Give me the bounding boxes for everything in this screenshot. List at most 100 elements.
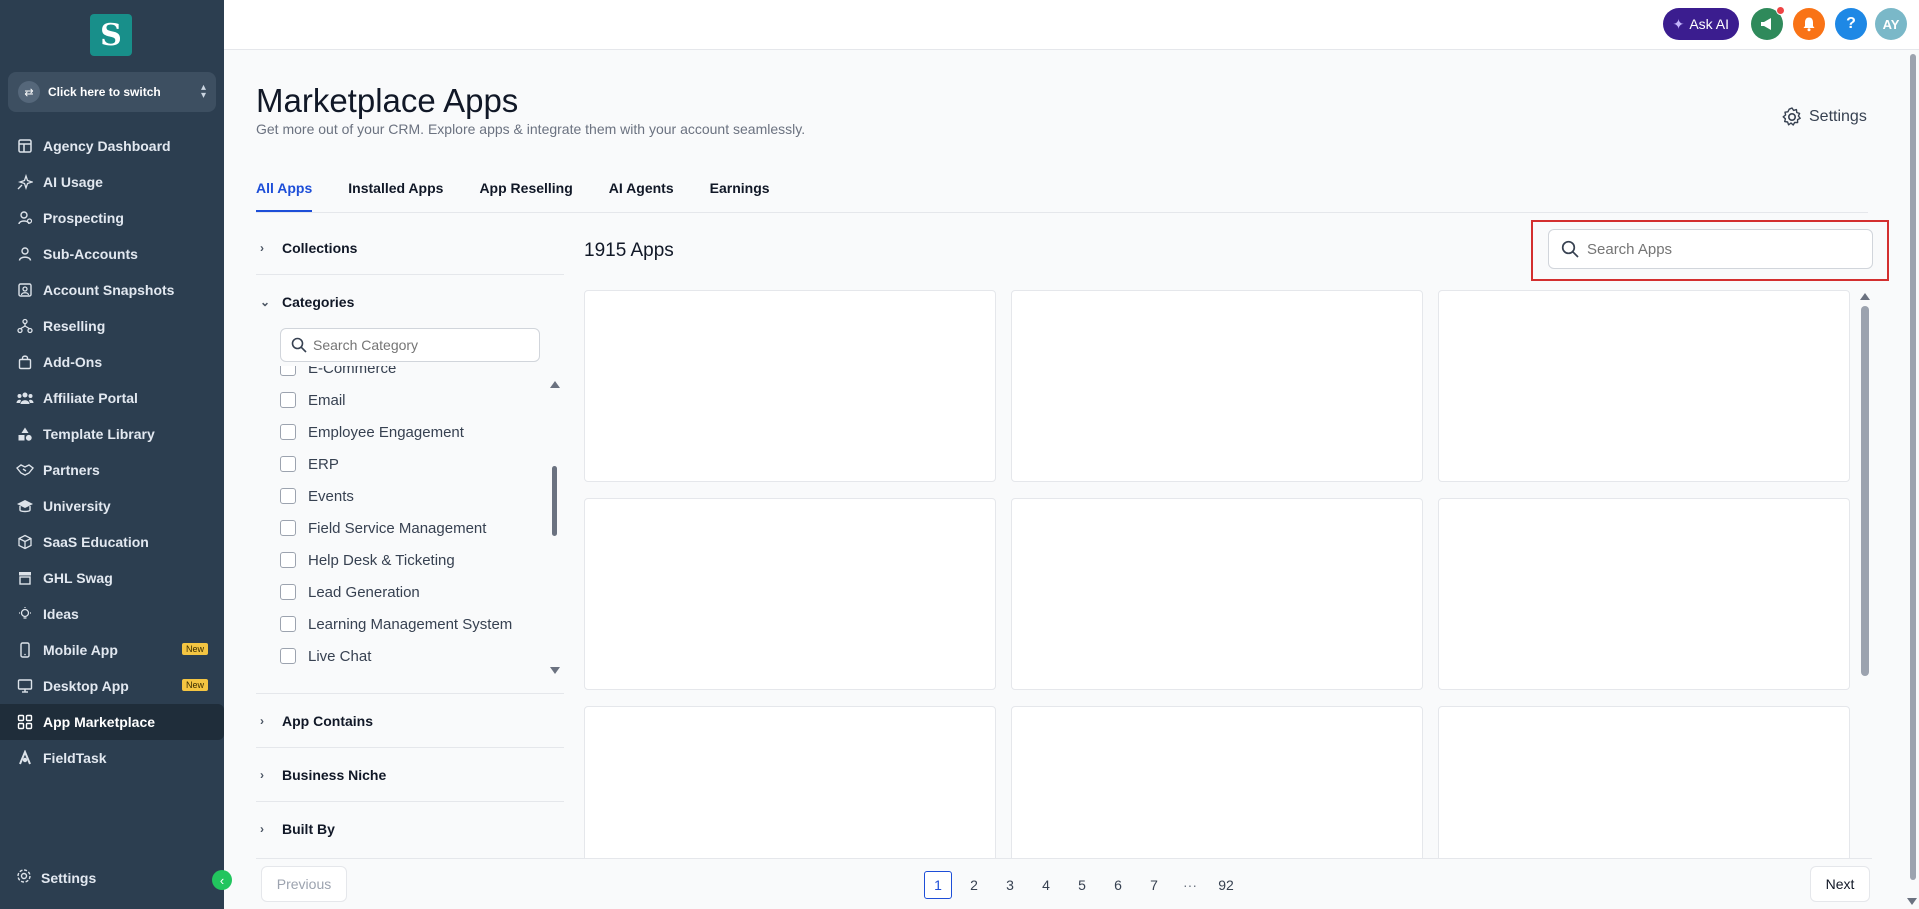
built-by-filter-toggle[interactable]: › Built By [260,821,335,837]
page-scrollbar-thumb[interactable] [1910,54,1916,880]
page-button[interactable]: 1 [924,871,952,899]
search-apps-field[interactable] [1548,229,1873,269]
category-item[interactable]: Help Desk & Ticketing [280,544,540,576]
app-contains-filter-toggle[interactable]: › App Contains [260,713,373,729]
sidebar-item-fieldtask[interactable]: FieldTask [0,740,224,776]
sidebar-item-ghl-swag[interactable]: GHL Swag [0,560,224,596]
notifications-button[interactable] [1793,8,1825,40]
sidebar-item-mobile-app[interactable]: Mobile App New [0,632,224,668]
checkbox[interactable] [280,456,296,472]
tab-ai-agents[interactable]: AI Agents [609,180,674,212]
app-card[interactable] [584,290,996,482]
sidebar-item-sub-accounts[interactable]: Sub-Accounts [0,236,224,272]
search-apps-input[interactable] [1587,240,1860,258]
apps-count: 1915 Apps [584,240,674,261]
page-button[interactable]: 2 [960,871,988,899]
checkbox[interactable] [280,520,296,536]
business-niche-filter-toggle[interactable]: › Business Niche [260,767,386,783]
collapse-sidebar-button[interactable]: ‹ [212,870,232,890]
sidebar-item-saas-education[interactable]: SaaS Education [0,524,224,560]
category-item[interactable]: E-Commerce [280,366,540,384]
page-button[interactable]: 3 [996,871,1024,899]
category-scroll-up-arrow[interactable] [550,381,560,388]
tab-app-reselling[interactable]: App Reselling [479,180,572,212]
sidebar-item-agency-dashboard[interactable]: Agency Dashboard [0,128,224,164]
category-item[interactable]: Email [280,384,540,416]
reselling-icon [16,317,34,335]
sidebar: S ⇄ Click here to switch ▴ ▾ Agency Dashb… [0,0,224,909]
sidebar-item-reselling[interactable]: Reselling [0,308,224,344]
next-page-button[interactable]: Next [1810,866,1870,902]
sidebar-item-account-snapshots[interactable]: Account Snapshots [0,272,224,308]
tab-all-apps[interactable]: All Apps [256,180,313,212]
app-card[interactable] [1011,498,1423,690]
ask-ai-button[interactable]: ✦ Ask AI [1662,8,1739,40]
category-item[interactable]: Learning Management System [280,608,540,640]
sidebar-item-prospecting[interactable]: Prospecting [0,200,224,236]
category-scroll-down-arrow[interactable] [550,667,560,674]
category-item[interactable]: Employee Engagement [280,416,540,448]
account-switcher[interactable]: ⇄ Click here to switch ▴ ▾ [8,72,216,112]
avatar[interactable]: AY [1875,8,1907,40]
sidebar-item-university[interactable]: University [0,488,224,524]
new-badge: New [181,679,208,691]
page-button[interactable]: 4 [1032,871,1060,899]
sidebar-item-template-library[interactable]: Template Library [0,416,224,452]
tab-earnings[interactable]: Earnings [710,180,770,212]
page-button[interactable]: 6 [1104,871,1132,899]
sidebar-item-ai-usage[interactable]: AI Usage [0,164,224,200]
sidebar-item-app-marketplace[interactable]: App Marketplace [0,704,224,740]
sidebar-item-add-ons[interactable]: Add-Ons [0,344,224,380]
sidebar-item-affiliate-portal[interactable]: Affiliate Portal [0,380,224,416]
checkbox[interactable] [280,488,296,504]
checkbox[interactable] [280,366,296,376]
checkbox[interactable] [280,392,296,408]
sidebar-item-settings[interactable]: Settings [16,868,96,887]
page-button[interactable]: 7 [1140,871,1168,899]
marketplace-settings-button[interactable]: Settings [1781,106,1867,128]
settings-label: Settings [1809,108,1867,125]
previous-page-button[interactable]: Previous [261,866,347,902]
new-badge: New [181,643,208,655]
checkbox[interactable] [280,616,296,632]
app-card[interactable] [584,498,996,690]
collections-label: Collections [282,240,358,256]
category-item[interactable]: ERP [280,448,540,480]
page-scroll-down-arrow[interactable] [1907,898,1917,905]
category-item[interactable]: Live Chat [280,640,540,672]
checkbox[interactable] [280,584,296,600]
page-button-last[interactable]: 92 [1212,871,1240,899]
app-card[interactable] [1438,290,1850,482]
announcements-button[interactable] [1751,6,1785,40]
app-card[interactable] [1438,498,1850,690]
checkbox[interactable] [280,552,296,568]
checkbox[interactable] [280,424,296,440]
app-logo[interactable]: S [90,14,132,56]
desktop-icon [16,677,34,695]
categories-filter-toggle[interactable]: ⌄ Categories [260,294,354,310]
tab-installed-apps[interactable]: Installed Apps [348,180,443,212]
sidebar-item-desktop-app[interactable]: Desktop App New [0,668,224,704]
app-card[interactable] [1011,290,1423,482]
avatar-initials: AY [1882,16,1900,32]
category-label: Help Desk & Ticketing [308,551,455,569]
page-button[interactable]: 5 [1068,871,1096,899]
sidebar-item-ideas[interactable]: Ideas [0,596,224,632]
sidebar-item-partners[interactable]: Partners [0,452,224,488]
category-label: Lead Generation [308,583,420,601]
collections-filter-toggle[interactable]: › Collections [260,240,357,256]
shapes-icon [16,425,34,443]
category-label: Employee Engagement [308,423,464,441]
apps-scroll-up-arrow[interactable] [1860,293,1870,300]
category-item[interactable]: Lead Generation [280,576,540,608]
help-button[interactable]: ? [1835,8,1867,40]
apps-scrollbar-thumb[interactable] [1861,306,1869,676]
category-search-field[interactable] [280,328,540,362]
category-item[interactable]: Field Service Management [280,512,540,544]
category-scrollbar-thumb[interactable] [552,466,557,536]
checkbox[interactable] [280,648,296,664]
category-item[interactable]: Events [280,480,540,512]
category-label: Events [308,487,354,505]
search-icon [291,337,307,353]
category-search-input[interactable] [313,337,529,353]
